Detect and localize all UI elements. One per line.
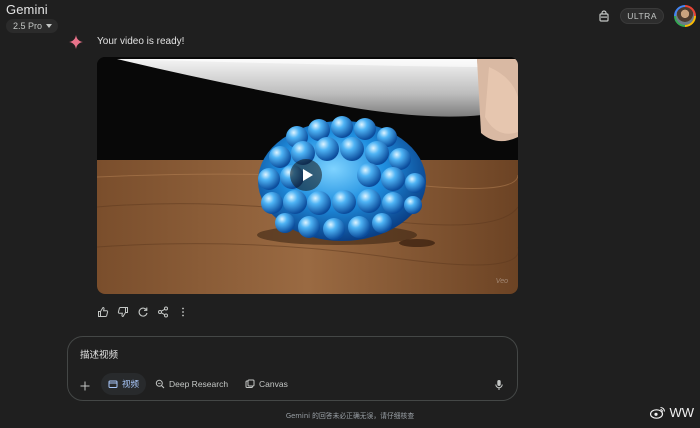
caret-down-icon — [46, 24, 53, 28]
video-icon — [108, 380, 118, 388]
more-vert-icon[interactable] — [177, 306, 189, 318]
weibo-icon — [650, 406, 666, 419]
video-player[interactable]: Veo — [97, 57, 518, 294]
share-icon[interactable] — [157, 306, 169, 318]
deep-research-icon — [155, 379, 165, 389]
play-button[interactable] — [290, 159, 322, 191]
video-chip-label: 视频 — [122, 380, 140, 390]
gemini-sparkle-icon — [68, 34, 84, 55]
regenerate-icon[interactable] — [137, 306, 149, 318]
shopping-bag-icon[interactable] — [598, 10, 610, 22]
weibo-watermark: WW — [650, 405, 694, 420]
canvas-label: Canvas — [259, 379, 288, 389]
message-actions — [97, 306, 189, 318]
model-label: 2.5 Pro — [13, 21, 43, 31]
avatar[interactable] — [674, 5, 696, 27]
play-icon — [302, 169, 313, 181]
mic-icon[interactable] — [494, 378, 504, 390]
app-title: Gemini — [6, 2, 48, 17]
deep-research-chip[interactable]: Deep Research — [148, 373, 235, 395]
reply-message: Your video is ready! — [97, 36, 185, 47]
video-tool-chip[interactable]: 视频 — [101, 373, 147, 395]
canvas-chip[interactable]: Canvas — [238, 373, 295, 395]
thumbs-up-icon[interactable] — [97, 306, 109, 318]
canvas-icon — [245, 379, 255, 388]
avatar-photo — [676, 7, 694, 25]
thumbs-down-icon[interactable] — [117, 306, 129, 318]
video-watermark: Veo — [495, 278, 508, 285]
watermark-text: WW — [669, 405, 694, 420]
plan-badge[interactable]: ULTRA — [620, 8, 664, 24]
top-right-controls: ULTRA — [598, 5, 696, 27]
model-selector[interactable]: 2.5 Pro — [6, 19, 59, 33]
add-icon[interactable] — [80, 378, 90, 391]
prompt-input[interactable] — [80, 348, 500, 362]
disclaimer-text: Gemini 的回答未必正确无误，请仔细核查 — [285, 412, 415, 420]
deep-research-label: Deep Research — [169, 379, 229, 389]
prompt-composer: 视频 Deep Research Canvas — [67, 336, 518, 401]
